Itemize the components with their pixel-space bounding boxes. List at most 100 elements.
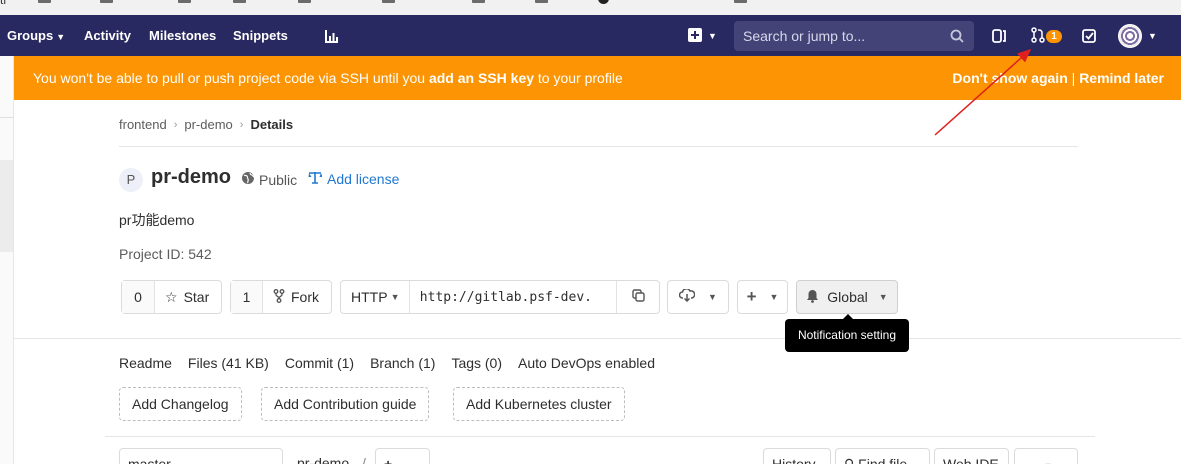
bookmark-item[interactable] xyxy=(598,0,609,4)
breadcrumb-item-pr-demo[interactable]: pr-demo xyxy=(184,117,232,132)
user-menu[interactable]: ▼ xyxy=(1118,24,1157,48)
fork-button[interactable]: Fork xyxy=(262,281,329,313)
add-ssh-key-link[interactable]: add an SSH key xyxy=(429,70,534,86)
add-to-tree-dropdown[interactable]: + xyxy=(375,448,430,464)
chart-icon[interactable] xyxy=(324,26,340,46)
protocol-dropdown[interactable]: HTTP ▼ xyxy=(341,281,409,313)
folder-icon xyxy=(734,0,747,3)
bookmark-item[interactable] xyxy=(535,0,548,3)
star-label: Star xyxy=(183,289,210,305)
folder-icon xyxy=(472,0,485,3)
cloud-download-icon: ☁ xyxy=(1023,456,1037,464)
breadcrumb-separator-icon: › xyxy=(239,118,244,131)
nav-milestones[interactable]: Milestones xyxy=(149,15,216,56)
stat-auto-devops-link[interactable]: Auto DevOps enabled xyxy=(518,355,655,371)
chevron-down-icon: ▼ xyxy=(390,292,400,302)
branch-selector[interactable]: master xyxy=(119,448,283,464)
search-icon xyxy=(950,29,964,46)
star-button-group: 0 ☆ Star xyxy=(121,280,222,314)
fork-icon xyxy=(273,288,285,306)
visibility-label: Public xyxy=(259,171,298,188)
plus-icon: + xyxy=(384,456,393,464)
folder-icon xyxy=(38,0,51,3)
download-dropdown[interactable]: ▼ xyxy=(667,280,729,314)
history-button[interactable]: History xyxy=(763,448,831,464)
project-id: Project ID: 542 xyxy=(119,246,212,262)
banner-text: to your profile xyxy=(537,70,623,86)
chevron-down-icon: ▼ xyxy=(878,292,888,302)
nav-groups-label: Groups xyxy=(7,28,54,43)
banner-separator: | xyxy=(1071,70,1076,86)
download-source-dropdown[interactable]: ☁ ▼ xyxy=(1014,448,1078,464)
folder-icon xyxy=(100,0,113,3)
stat-readme-link[interactable]: Readme xyxy=(119,355,172,371)
search-input[interactable] xyxy=(734,21,944,51)
bookmark-item[interactable] xyxy=(298,0,311,3)
stat-branch-link[interactable]: Branch (1) xyxy=(370,355,435,371)
star-count[interactable]: 0 xyxy=(122,281,154,313)
divider xyxy=(105,436,1095,437)
web-ide-button[interactable]: Web IDE xyxy=(934,448,1009,464)
folder-icon xyxy=(178,0,191,3)
bookmark-item[interactable] xyxy=(38,0,51,3)
breadcrumb: frontend › pr-demo › Details xyxy=(119,117,293,132)
scale-icon xyxy=(308,171,323,187)
find-file-label: Find file xyxy=(858,456,908,464)
issues-icon[interactable] xyxy=(991,26,1007,46)
bookmark-item[interactable] xyxy=(233,0,246,3)
bookmark-item[interactable]: tl xyxy=(0,0,6,7)
add-license-label: Add license xyxy=(327,171,400,187)
nav-groups[interactable]: Groups ▼ xyxy=(7,15,65,56)
branch-name: master xyxy=(128,456,171,464)
todo-icon[interactable] xyxy=(1081,26,1097,46)
bookmark-item[interactable] xyxy=(382,0,395,3)
sidebar-collapsed xyxy=(0,56,14,464)
breadcrumb-current[interactable]: Details xyxy=(250,117,293,132)
fork-button-group: 1 Fork xyxy=(230,280,332,314)
notification-dropdown[interactable]: Global ▼ xyxy=(796,280,898,314)
add-kubernetes-cluster-button[interactable]: Add Kubernetes cluster xyxy=(453,387,625,421)
breadcrumb-item-frontend[interactable]: frontend xyxy=(119,117,167,132)
add-license-link[interactable]: Add license xyxy=(308,171,399,187)
bookmark-item[interactable] xyxy=(100,0,113,3)
sidebar-active-item[interactable] xyxy=(0,160,13,252)
notification-level-label: Global xyxy=(827,289,868,305)
plus-icon: + xyxy=(746,287,757,306)
bookmark-item[interactable] xyxy=(472,0,485,3)
copy-url-button[interactable] xyxy=(616,281,659,313)
star-button[interactable]: ☆ Star xyxy=(154,281,219,313)
add-dropdown[interactable]: + ▼ xyxy=(737,280,788,314)
chevron-down-icon: ▼ xyxy=(56,32,66,42)
add-changelog-button[interactable]: Add Changelog xyxy=(119,387,242,421)
stat-files-link[interactable]: Files (41 KB) xyxy=(188,355,269,371)
banner-actions: Don't show again | Remind later xyxy=(952,56,1164,100)
dont-show-again-link[interactable]: Don't show again xyxy=(952,70,1067,86)
merge-requests-link[interactable]: 1 xyxy=(1031,26,1062,46)
path-root-link[interactable]: pr-demo xyxy=(297,455,349,464)
divider xyxy=(14,338,1181,339)
bookmarks-bar: tl xyxy=(0,0,1181,15)
stat-tags-link[interactable]: Tags (0) xyxy=(451,355,502,371)
merge-request-icon xyxy=(1031,26,1045,46)
new-dropdown[interactable]: ▼ xyxy=(688,26,717,46)
chevron-down-icon: ▼ xyxy=(708,292,717,302)
protocol-label: HTTP xyxy=(351,289,388,305)
nav-activity[interactable]: Activity xyxy=(84,15,131,56)
stat-commit-link[interactable]: Commit (1) xyxy=(285,355,354,371)
bookmark-item[interactable] xyxy=(178,0,191,3)
find-file-button[interactable]: ⚲ Find file xyxy=(835,448,930,464)
copy-icon xyxy=(631,289,645,305)
clone-url-field[interactable]: http://gitlab.psf-dev. xyxy=(408,281,616,313)
clone-group: HTTP ▼ http://gitlab.psf-dev. xyxy=(340,280,660,314)
cloud-download-icon xyxy=(678,288,696,305)
nav-snippets[interactable]: Snippets xyxy=(233,15,288,56)
github-icon xyxy=(598,0,609,4)
fork-label: Fork xyxy=(291,289,319,305)
remind-later-link[interactable]: Remind later xyxy=(1079,70,1164,86)
folder-icon xyxy=(535,0,548,3)
add-contribution-guide-button[interactable]: Add Contribution guide xyxy=(261,387,430,421)
project-description: pr功能demo xyxy=(119,212,195,228)
sidebar-divider xyxy=(0,117,13,118)
fork-count[interactable]: 1 xyxy=(231,281,262,313)
bookmark-item[interactable] xyxy=(734,0,747,3)
